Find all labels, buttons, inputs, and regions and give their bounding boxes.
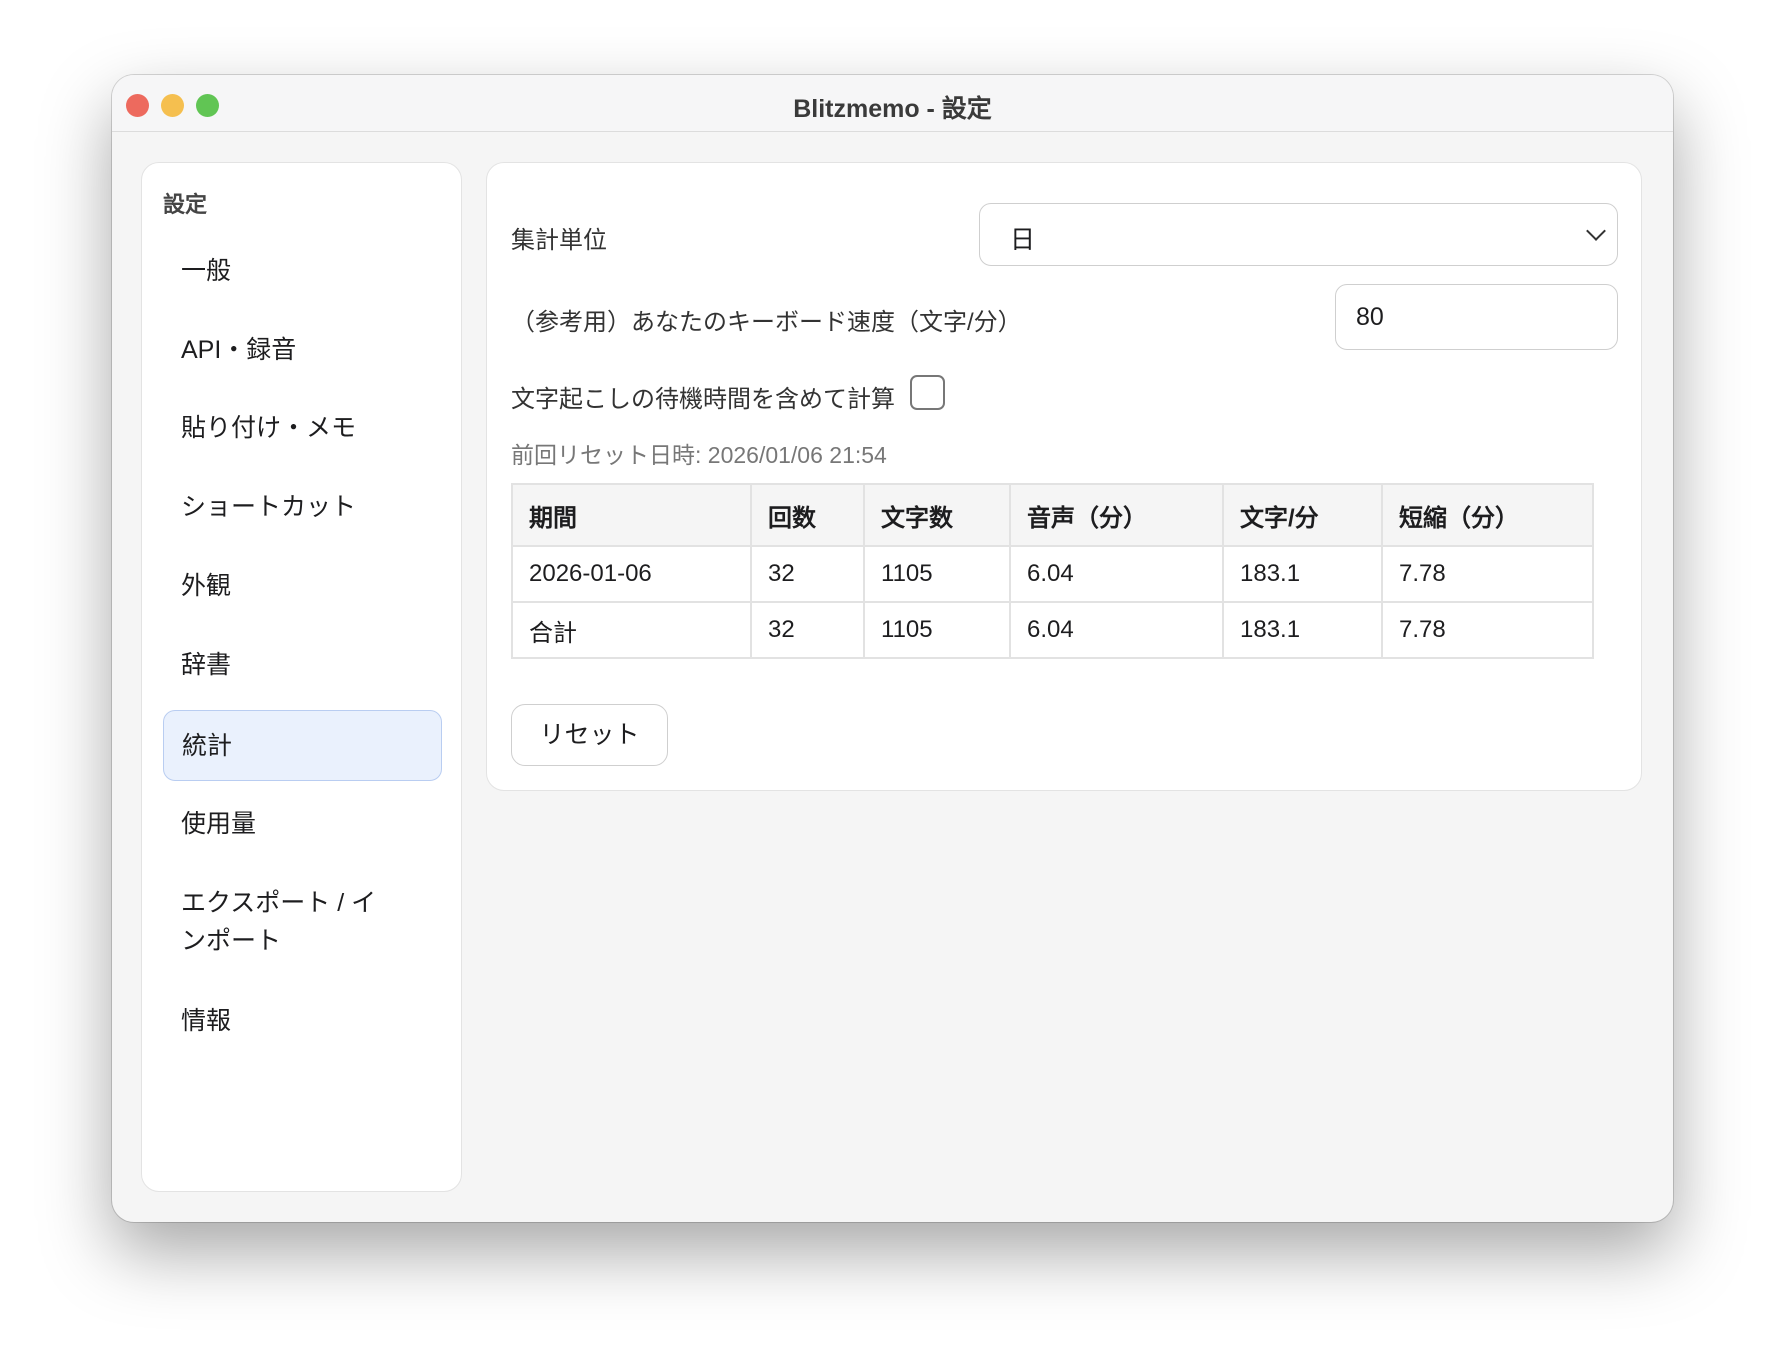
sidebar-item-info[interactable]: 情報 <box>163 1002 442 1040</box>
sidebar-item-api-recording[interactable]: API・録音 <box>163 331 442 369</box>
header-audio-min: 音声（分） <box>1010 484 1223 546</box>
sidebar-item-appearance[interactable]: 外観 <box>163 567 442 605</box>
cell: 7.78 <box>1382 546 1593 602</box>
chevron-down-icon <box>1586 221 1606 241</box>
cell: 1105 <box>864 602 1010 658</box>
cell: 6.04 <box>1010 546 1223 602</box>
window-title: Blitzmemo - 設定 <box>112 89 1673 125</box>
title-bar: Blitzmemo - 設定 <box>112 75 1673 132</box>
header-chars: 文字数 <box>864 484 1010 546</box>
sidebar-item-usage[interactable]: 使用量 <box>163 805 442 843</box>
cell: 6.04 <box>1010 602 1223 658</box>
sidebar-item-paste-memo[interactable]: 貼り付け・メモ <box>163 409 442 447</box>
table-row: 2026-01-06 32 1105 6.04 183.1 7.78 <box>512 546 1593 602</box>
cell: 1105 <box>864 546 1010 602</box>
sidebar-item-export-import[interactable]: エクスポート / インポート <box>163 884 413 960</box>
cell: 7.78 <box>1382 602 1593 658</box>
cell: 2026-01-06 <box>512 546 751 602</box>
stats-table: 期間 回数 文字数 音声（分） 文字/分 短縮（分） 2026-01-06 32… <box>511 483 1594 659</box>
cell: 32 <box>751 602 864 658</box>
statistics-panel: 集計単位 日 （参考用）あなたのキーボード速度（文字/分） 80 文字起こしの待… <box>486 162 1642 791</box>
reset-button[interactable]: リセット <box>511 704 668 766</box>
unit-select[interactable]: 日 <box>979 203 1618 266</box>
last-reset-text: 前回リセット日時: 2026/01/06 21:54 <box>511 436 887 470</box>
sidebar: 設定 一般 API・録音 貼り付け・メモ ショートカット 外観 辞書 統計 使用… <box>141 162 462 1192</box>
sidebar-item-dictionary[interactable]: 辞書 <box>163 646 442 684</box>
sidebar-item-general[interactable]: 一般 <box>163 252 442 290</box>
header-saved-min: 短縮（分） <box>1382 484 1593 546</box>
header-chars-per-min: 文字/分 <box>1223 484 1382 546</box>
keyboard-speed-input[interactable]: 80 <box>1335 284 1618 350</box>
cell: 合計 <box>512 602 751 658</box>
header-count: 回数 <box>751 484 864 546</box>
cell: 183.1 <box>1223 602 1382 658</box>
unit-label: 集計単位 <box>511 220 607 255</box>
include-wait-label: 文字起こしの待機時間を含めて計算 <box>511 379 895 414</box>
sidebar-item-statistics[interactable]: 統計 <box>163 710 442 781</box>
table-row-total: 合計 32 1105 6.04 183.1 7.78 <box>512 602 1593 658</box>
table-header-row: 期間 回数 文字数 音声（分） 文字/分 短縮（分） <box>512 484 1593 546</box>
sidebar-heading: 設定 <box>163 187 207 219</box>
include-wait-checkbox[interactable] <box>910 375 945 410</box>
unit-select-value: 日 <box>1010 226 1035 254</box>
sidebar-item-shortcuts[interactable]: ショートカット <box>163 488 442 526</box>
settings-window: Blitzmemo - 設定 設定 一般 API・録音 貼り付け・メモ ショート… <box>112 75 1673 1222</box>
cell: 183.1 <box>1223 546 1382 602</box>
header-period: 期間 <box>512 484 751 546</box>
cell: 32 <box>751 546 864 602</box>
speed-label: （参考用）あなたのキーボード速度（文字/分） <box>511 302 1022 337</box>
